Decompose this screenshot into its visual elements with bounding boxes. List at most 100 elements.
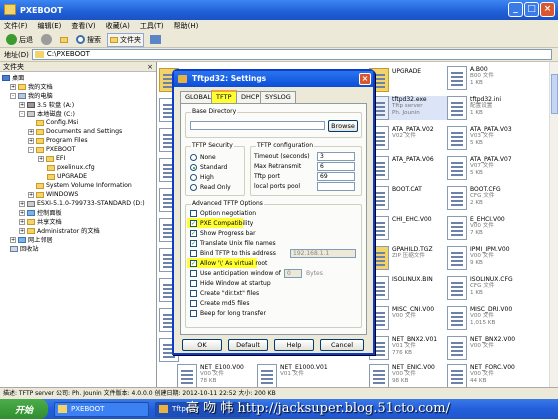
close-pane-button[interactable]: ×: [147, 62, 153, 72]
local-ports-pool-input[interactable]: [317, 182, 355, 191]
bind-tftp-checkbox[interactable]: [190, 250, 197, 257]
file-icon: [447, 276, 467, 300]
dialog-titlebar[interactable]: Tftpd32: Settings ×: [174, 71, 373, 87]
file-item[interactable]: BOOT.CFG CFG 文件 2 KB: [447, 186, 525, 210]
taskbar-pxeboot[interactable]: PXEBOOT: [54, 401, 149, 417]
tree-item-config-msi[interactable]: Config.Msi: [36, 118, 78, 127]
file-item[interactable]: NET_FORC.V00 V00 文件 44 KB: [447, 364, 525, 388]
file-item[interactable]: ATA_PATA.V03 V03 文件 5 KB: [447, 126, 525, 150]
address-input[interactable]: C:\PXEBOOT: [31, 49, 552, 60]
menu-tools[interactable]: 工具(T): [140, 20, 164, 32]
security-none-label: None: [200, 154, 216, 161]
max-retransmit-input[interactable]: 6: [317, 162, 355, 171]
timeout-input[interactable]: 3: [317, 152, 355, 161]
file-item[interactable]: ATA_PATA.V06: [369, 156, 447, 180]
tab-syslog[interactable]: SYSLOG: [260, 91, 296, 103]
menu-file[interactable]: 文件(F): [4, 20, 28, 32]
menu-favorites[interactable]: 收藏(A): [106, 20, 130, 32]
file-item-selected[interactable]: tftpd32.exe Tftp server Ph. Jounin: [369, 96, 447, 120]
minimize-button[interactable]: _: [508, 2, 523, 17]
menu-view[interactable]: 查看(V): [71, 20, 95, 32]
up-button[interactable]: [58, 33, 70, 47]
file-item[interactable]: NET_BNX2.V01 V01 文件 776 KB: [369, 336, 447, 360]
tree-item-admin-docs[interactable]: + Administrator 的文档: [19, 226, 100, 235]
security-standard-radio[interactable]: [190, 164, 197, 171]
tree-item-shared-docs[interactable]: + 共享文档: [19, 217, 62, 226]
file-item[interactable]: NET_BNX2.V00 V00 文件: [447, 336, 525, 360]
file-item[interactable]: A.B00 B00 文件 1 KB: [447, 66, 525, 90]
menu-edit[interactable]: 编辑(E): [38, 20, 62, 32]
tree-item-documents-and-settings[interactable]: + Documents and Settings: [28, 127, 122, 136]
back-button[interactable]: 后退: [4, 33, 35, 47]
file-item[interactable]: E_EHCI.V00 V00 文件 7 KB: [447, 216, 525, 240]
security-none-radio[interactable]: [190, 154, 197, 161]
file-item[interactable]: ISOLINUX.BIN: [369, 276, 447, 300]
tree-item-upgrade[interactable]: UPGRADE: [47, 172, 87, 181]
ok-button[interactable]: OK: [182, 339, 222, 351]
tree-item-recycle-bin[interactable]: 回收站: [10, 244, 39, 253]
file-item[interactable]: ATA_PATA.V07 V07 文件 5 KB: [447, 156, 525, 180]
menu-help[interactable]: 帮助(H): [174, 20, 199, 32]
browse-button[interactable]: Browse: [328, 120, 358, 132]
tree-item-my-computer[interactable]: - 我的电脑: [10, 91, 53, 100]
show-progress-checkbox[interactable]: ✓: [190, 230, 197, 237]
security-readonly-radio[interactable]: [190, 184, 197, 191]
views-button[interactable]: [148, 33, 163, 47]
security-high-radio[interactable]: [190, 174, 197, 181]
file-item[interactable]: BOOT.CAT: [369, 186, 447, 210]
anticipation-window-checkbox[interactable]: [190, 270, 197, 277]
dialog-close-button[interactable]: ×: [359, 73, 371, 85]
tree-item-control-panel[interactable]: + 控制面板: [19, 208, 62, 217]
file-item[interactable]: NET_ENIC.V00 V00 文件 98 KB: [369, 364, 447, 388]
tree-item-local-disk-c[interactable]: - 本地磁盘 (C:): [19, 109, 75, 118]
cancel-button[interactable]: Cancel: [320, 339, 364, 351]
file-item[interactable]: NET_E100.V00 V00 文件 78 KB: [177, 364, 255, 388]
tree-item-system-volume[interactable]: System Volume Information: [36, 181, 132, 190]
tree-item-efi[interactable]: + EFI: [38, 154, 65, 163]
tree-item-esxi-d[interactable]: + ESXI-5.1.0-799733-STANDARD (D:): [19, 199, 145, 208]
tree-item-pxelinux-cfg[interactable]: pxelinux.cfg: [47, 163, 95, 172]
tree-item-program-files[interactable]: + Program Files: [28, 136, 88, 145]
tftp-port-input[interactable]: 69: [317, 172, 355, 181]
tree-item-pxeboot[interactable]: - PXEBOOT: [28, 145, 76, 154]
maximize-button[interactable]: □: [524, 2, 539, 17]
search-button[interactable]: 搜索: [74, 33, 103, 47]
file-item[interactable]: IPMI_IPM.V00 V00 文件 9 KB: [447, 246, 525, 270]
option-negotiation-checkbox[interactable]: [190, 210, 197, 217]
file-item[interactable]: ISOLINUX.CFG CFG 文件 1 KB: [447, 276, 525, 300]
start-button[interactable]: 开始: [0, 399, 48, 419]
tftp-configuration-group: TFTP configuration Timeout (seconds) 3 M…: [250, 142, 362, 196]
create-md5-checkbox[interactable]: [190, 300, 197, 307]
file-item[interactable]: GPAHILD.TGZ ZIP 压缩文件: [369, 246, 447, 270]
window-titlebar[interactable]: PXEBOOT _ □ ×: [0, 0, 558, 20]
folders-button[interactable]: 文件夹: [107, 32, 144, 47]
virtual-root-checkbox[interactable]: ✓: [190, 260, 197, 267]
pxe-compatibility-checkbox[interactable]: ✓: [190, 220, 197, 227]
tree-item-floppy[interactable]: +3.5 软盘 (A:): [19, 100, 74, 109]
bind-address-select[interactable]: 192.168.1.1: [290, 249, 356, 258]
tree-item-my-documents[interactable]: + 我的文档: [10, 82, 53, 91]
create-dir-txt-checkbox[interactable]: [190, 290, 197, 297]
beep-long-transfer-checkbox[interactable]: [190, 310, 197, 317]
file-item[interactable]: NET_E1000.V01 V01 文件: [257, 364, 335, 388]
translate-unix-checkbox[interactable]: ✓: [190, 240, 197, 247]
tree-item-desktop[interactable]: 桌面: [2, 73, 24, 82]
default-button[interactable]: Default: [228, 339, 268, 351]
file-item[interactable]: CHI_EHC.V00: [369, 216, 447, 240]
anticipation-window-input[interactable]: 0: [284, 269, 302, 278]
file-item[interactable]: UPGRADE: [369, 68, 447, 92]
file-item[interactable]: ATA_PATA.V02 V02 文件: [369, 126, 447, 150]
close-button[interactable]: ×: [540, 2, 555, 17]
base-directory-input[interactable]: [190, 121, 325, 130]
tree-item-windows[interactable]: + WINDOWS: [28, 190, 78, 199]
vertical-scrollbar[interactable]: [549, 62, 558, 387]
tab-tftp[interactable]: TFTP: [211, 90, 237, 103]
hide-window-checkbox[interactable]: [190, 280, 197, 287]
file-item[interactable]: MISC_DRI.V00 V00 文件 1,015 KB: [447, 306, 525, 330]
scrollbar-thumb[interactable]: [551, 74, 558, 114]
file-item[interactable]: tftpd32.ini 配置设置 1 KB: [447, 96, 525, 120]
file-item[interactable]: MISC_CNI.V00 V00 文件: [369, 306, 447, 330]
help-button[interactable]: Help: [274, 339, 314, 351]
forward-button[interactable]: [39, 33, 54, 47]
tree-item-network[interactable]: + 网上邻居: [10, 235, 53, 244]
